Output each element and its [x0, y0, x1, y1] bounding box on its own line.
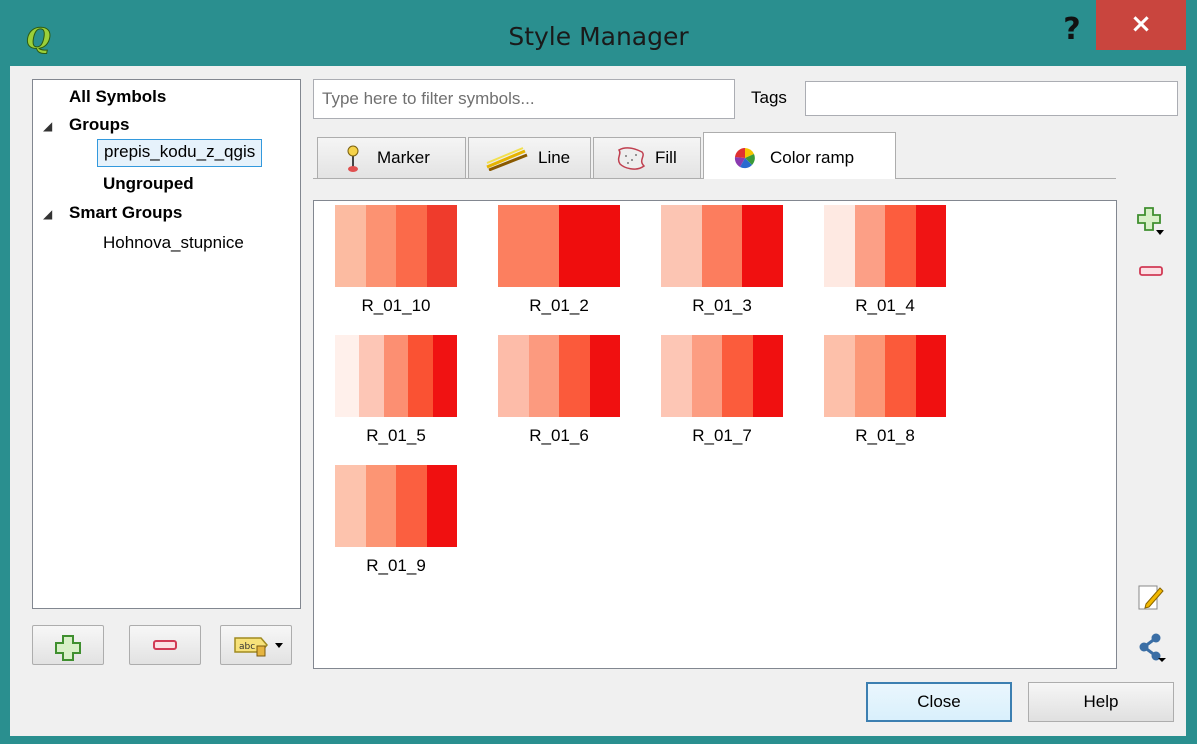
help-title-button[interactable]: ?: [1052, 10, 1092, 50]
tab-label: Color ramp: [770, 148, 855, 167]
ramp-color-segment: [589, 335, 620, 417]
ramp-color-segment: [824, 335, 855, 417]
color-ramp-swatch[interactable]: [498, 205, 620, 287]
ramp-color-segment: [742, 205, 784, 287]
ramp-color-segment: [498, 205, 559, 287]
tree-item-smart-groups[interactable]: Smart Groups: [69, 200, 182, 226]
tab-label: Fill: [655, 148, 677, 167]
ramp-color-segment: [661, 205, 702, 287]
ramp-color-segment: [396, 465, 427, 547]
color-ramp-swatch[interactable]: [661, 205, 784, 287]
tag-edit-icon: abc: [234, 637, 283, 657]
line-icon: [486, 147, 528, 171]
ramp-color-segment: [383, 335, 409, 417]
tab-label: Line: [538, 148, 571, 167]
close-window-button[interactable]: ×: [1096, 0, 1186, 50]
ramp-color-segment: [559, 205, 620, 287]
dialog-body: All Symbols ◢ Groups prepis_kodu_z_qgis …: [10, 66, 1186, 736]
ramp-color-segment: [691, 335, 722, 417]
color-ramp-swatch[interactable]: [824, 205, 946, 287]
tab-color-ramp[interactable]: Color ramp: [703, 132, 896, 179]
color-ramp-label[interactable]: R_01_9: [335, 556, 457, 576]
plus-icon: [55, 635, 81, 661]
color-ramp-label[interactable]: R_01_10: [335, 296, 457, 316]
expand-arrow-icon[interactable]: ◢: [43, 113, 52, 139]
tree-item-group-prepis[interactable]: prepis_kodu_z_qgis: [97, 139, 263, 167]
tree-item-ungrouped[interactable]: Ungrouped: [103, 171, 194, 197]
color-ramp-swatch[interactable]: [335, 465, 457, 547]
ramp-color-segment: [854, 205, 885, 287]
svg-text:abc: abc: [239, 642, 255, 652]
ramp-color-segment: [365, 205, 396, 287]
window-title: Style Manager: [508, 22, 689, 51]
fill-icon: [617, 147, 646, 170]
ramp-color-segment: [915, 205, 946, 287]
color-ramp-list[interactable]: R_01_10 R_01_2 R_01_3 R_01_4 R_01_5 R_01_6 R_0…: [313, 200, 1117, 669]
color-ramp-swatch[interactable]: [498, 335, 620, 417]
ramp-color-segment: [752, 335, 783, 417]
ramp-color-segment: [854, 335, 885, 417]
color-ramp-swatch[interactable]: [661, 335, 783, 417]
ramp-color-segment: [824, 205, 855, 287]
color-ramp-label[interactable]: R_01_7: [661, 426, 783, 446]
tree-item-all-symbols[interactable]: All Symbols: [69, 84, 166, 110]
close-button[interactable]: Close: [866, 682, 1012, 722]
help-button[interactable]: Help: [1028, 682, 1174, 722]
color-ramp-label[interactable]: R_01_4: [824, 296, 946, 316]
ramp-color-segment: [426, 465, 457, 547]
ramp-color-segment: [432, 335, 458, 417]
ramp-color-segment: [528, 335, 559, 417]
tags-label: Tags: [751, 88, 787, 107]
ramp-color-segment: [335, 205, 366, 287]
tab-marker[interactable]: Marker: [317, 137, 466, 178]
color-ramp-label[interactable]: R_01_2: [498, 296, 620, 316]
add-item-icon[interactable]: [1136, 206, 1166, 236]
ramp-color-segment: [661, 335, 692, 417]
remove-item-icon[interactable]: [1136, 256, 1166, 286]
minus-icon: [153, 640, 177, 650]
expand-arrow-icon[interactable]: ◢: [43, 201, 52, 227]
color-ramp-swatch[interactable]: [335, 205, 457, 287]
color-ramp-swatch[interactable]: [824, 335, 946, 417]
tab-label: Marker: [377, 148, 430, 167]
color-ramp-label[interactable]: R_01_8: [824, 426, 946, 446]
ramp-color-segment: [701, 205, 743, 287]
tab-fill[interactable]: Fill: [593, 137, 701, 178]
ramp-color-segment: [559, 335, 590, 417]
edit-item-icon[interactable]: [1136, 582, 1166, 612]
ramp-color-segment: [885, 205, 916, 287]
symbol-filter-input[interactable]: [313, 79, 735, 119]
tree-item-groups[interactable]: Groups: [69, 112, 129, 138]
color-ramp-label[interactable]: R_01_6: [498, 426, 620, 446]
ramp-color-segment: [498, 335, 529, 417]
ramp-color-segment: [915, 335, 946, 417]
add-group-button[interactable]: [32, 625, 104, 665]
edit-tags-button[interactable]: abc: [220, 625, 292, 665]
color-ramp-label[interactable]: R_01_3: [661, 296, 783, 316]
color-wheel-icon: [734, 147, 755, 169]
style-manager-window: Q Style Manager ? × All Symbols ◢ Groups…: [0, 0, 1197, 744]
ramp-color-segment: [396, 205, 427, 287]
ramp-color-segment: [885, 335, 916, 417]
color-ramp-swatch[interactable]: [335, 335, 458, 417]
marker-icon: [347, 145, 359, 172]
tree-item-hohnova[interactable]: Hohnova_stupnice: [103, 230, 244, 256]
tab-line[interactable]: Line: [468, 137, 591, 178]
ramp-color-segment: [426, 205, 457, 287]
group-tree[interactable]: All Symbols ◢ Groups prepis_kodu_z_qgis …: [32, 79, 301, 609]
color-ramp-label[interactable]: R_01_5: [335, 426, 457, 446]
ramp-color-segment: [335, 335, 360, 417]
title-bar[interactable]: Q Style Manager ? ×: [0, 0, 1197, 74]
ramp-color-segment: [408, 335, 433, 417]
share-icon[interactable]: [1136, 632, 1166, 662]
ramp-color-segment: [335, 465, 366, 547]
ramp-color-segment: [365, 465, 396, 547]
remove-group-button[interactable]: [129, 625, 201, 665]
tags-input[interactable]: [805, 81, 1178, 116]
ramp-color-segment: [722, 335, 753, 417]
ramp-color-segment: [359, 335, 384, 417]
